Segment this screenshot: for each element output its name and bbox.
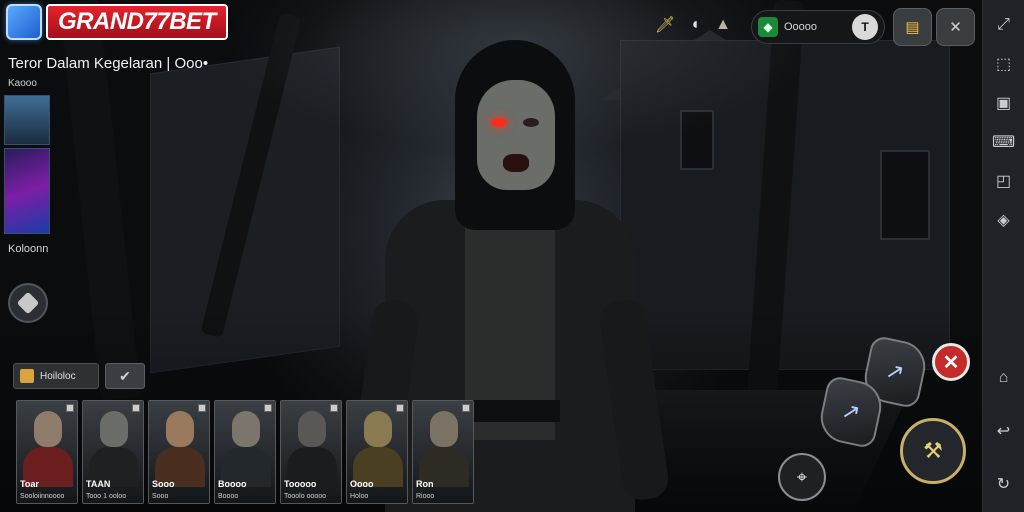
filter-icon <box>20 369 34 383</box>
cube-icon <box>6 4 42 40</box>
rotate-icon[interactable]: ◰ <box>990 167 1018 195</box>
add-currency-button[interactable]: T <box>852 14 878 40</box>
filter-label: Hoiloloc <box>40 370 76 382</box>
character-name: TAAN <box>86 479 111 489</box>
character-card[interactable]: Oooo Holoo <box>346 400 408 504</box>
character-card[interactable]: Boooo Boooo <box>214 400 276 504</box>
home-icon[interactable]: ⌂ <box>990 364 1018 392</box>
diamond-icon <box>16 291 40 315</box>
character-role: Riooo <box>416 493 435 500</box>
game-title: Teror Dalam Kegelaran | Ooo• <box>8 55 209 72</box>
quick-toggle-group: ▤ ✕ <box>893 8 975 46</box>
recent-icon[interactable]: ↻ <box>990 470 1018 498</box>
character-card[interactable]: Ron Riooo <box>412 400 474 504</box>
brand-logo[interactable]: GRAND77BET <box>6 4 228 40</box>
expand-icon[interactable]: ⤢ <box>990 11 1018 39</box>
character-card[interactable]: Toar Sooloiinnoooo <box>16 400 78 504</box>
keyboard-icon[interactable]: ⌨ <box>990 128 1018 156</box>
back-icon[interactable]: ↩ <box>990 417 1018 445</box>
select-flag-icon <box>264 404 272 412</box>
game-subtitle: Kaooo <box>8 78 37 89</box>
character-face <box>298 411 326 447</box>
character-name: Tooooo <box>284 479 317 489</box>
select-flag-icon <box>330 404 338 412</box>
character-name: Oooo <box>350 479 374 489</box>
character-role: Sooloiinnoooo <box>20 493 65 500</box>
select-area-icon[interactable]: ⬚ <box>990 50 1018 78</box>
thumbnail-label: Koloonn <box>8 243 49 255</box>
character-roster: Toar Sooloiinnoooo TAAN Tooo 1 ooloo Sooo Soo… <box>16 400 474 504</box>
emulator-sidebar: ⤢ ⬚ ▣ ⌨ ◰ ◈ ⌂ ↩ ↻ <box>982 0 1024 512</box>
melee-attack-button[interactable]: ⚒ <box>900 418 966 484</box>
confirm-button[interactable]: ✔ <box>105 363 145 389</box>
character-role: Sooo <box>152 493 169 500</box>
close-button[interactable]: ✕ <box>932 343 970 381</box>
character-role: Holoo <box>350 493 369 500</box>
character-role: Boooo <box>218 493 239 500</box>
character-name: Sooo <box>152 479 175 489</box>
location-icon[interactable]: ◈ <box>990 206 1018 234</box>
character-name: Boooo <box>218 479 247 489</box>
filter-button[interactable]: Hoiloloc <box>13 363 99 389</box>
select-flag-icon <box>396 404 404 412</box>
character-face <box>364 411 392 447</box>
screenshot-icon[interactable]: ▣ <box>990 89 1018 117</box>
character-face <box>166 411 194 447</box>
character-card[interactable]: Tooooo Tooolo ooooo <box>280 400 342 504</box>
character-face <box>232 411 260 447</box>
currency-bar: ◆ Ooooo T <box>751 10 885 44</box>
target-lock-button[interactable]: ⌖ <box>778 453 826 501</box>
character-role: Tooo 1 ooloo <box>86 493 127 500</box>
character-face <box>430 411 458 447</box>
mute-icon[interactable]: ✕ <box>936 8 975 46</box>
joystick-button[interactable] <box>8 283 48 323</box>
logo-text: GRAND77BET <box>46 4 228 40</box>
character-name: Ron <box>416 479 434 489</box>
character-card[interactable]: TAAN Tooo 1 ooloo <box>82 400 144 504</box>
select-flag-icon <box>66 404 74 412</box>
character-name: Toar <box>20 479 39 489</box>
select-flag-icon <box>462 404 470 412</box>
character-face <box>100 411 128 447</box>
helmet-icon[interactable]: ▲ <box>710 12 736 38</box>
select-flag-icon <box>132 404 140 412</box>
event-thumbnail[interactable] <box>4 148 50 234</box>
gem-icon: ◆ <box>758 17 778 37</box>
currency-value: Ooooo <box>784 21 818 33</box>
sound-icon[interactable]: ◖ <box>682 12 708 38</box>
character-card[interactable]: Sooo Sooo <box>148 400 210 504</box>
select-flag-icon <box>198 404 206 412</box>
glowing-eye <box>491 118 507 127</box>
player-thumbnail[interactable] <box>4 95 50 145</box>
character-role: Tooolo ooooo <box>284 493 327 500</box>
dagger-icon[interactable]: 🗡 <box>652 12 678 38</box>
game-viewport[interactable]: GRAND77BET Teror Dalam Kegelaran | Ooo• … <box>0 0 982 512</box>
gold-icon[interactable]: ▤ <box>893 8 932 46</box>
character-face <box>34 411 62 447</box>
